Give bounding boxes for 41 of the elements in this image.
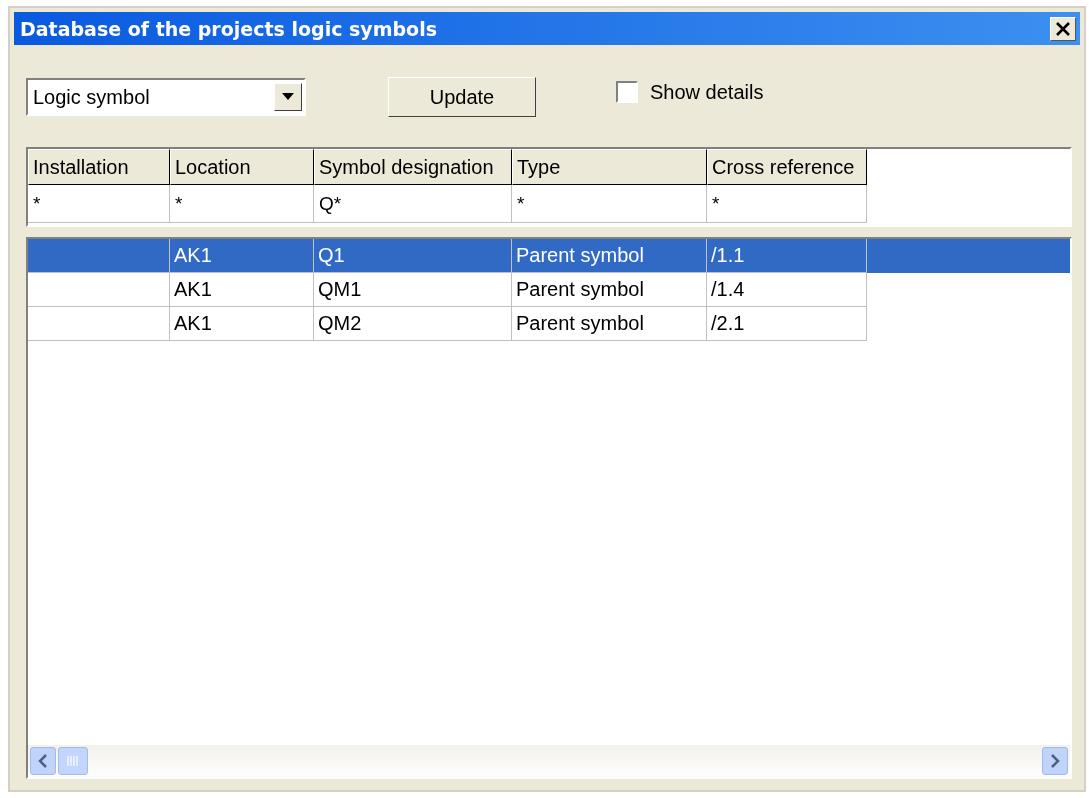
table-cell: Parent symbol [512, 307, 707, 341]
table-row[interactable]: AK1 QM1 Parent symbol /1.4 [28, 273, 1070, 307]
filter-field[interactable]: * [170, 185, 314, 223]
filter-field[interactable]: * [28, 185, 170, 223]
scroll-left-button[interactable] [30, 747, 56, 775]
table-cell: AK1 [170, 307, 314, 341]
show-details-checkbox[interactable] [616, 81, 638, 103]
grip-icon [67, 756, 79, 766]
table-cell: Parent symbol [512, 273, 707, 307]
filter-field[interactable]: Q* [314, 185, 512, 223]
horizontal-scrollbar[interactable] [28, 745, 1070, 777]
table-row[interactable]: AK1 Q1 Parent symbol /1.1 [28, 239, 1070, 273]
close-icon [1055, 20, 1071, 37]
table-cell: QM2 [314, 307, 512, 341]
checkbox-label: Show details [650, 80, 764, 104]
table-cell: AK1 [170, 239, 314, 273]
table-cell: QM1 [314, 273, 512, 307]
scroll-thumb[interactable] [58, 747, 88, 775]
symbol-type-dropdown[interactable]: Logic symbol [26, 78, 306, 116]
window-title: Database of the projects logic symbols [20, 17, 437, 40]
close-button[interactable] [1050, 16, 1076, 41]
caret-icon [282, 93, 294, 101]
column-header[interactable]: Cross reference [707, 149, 867, 185]
table-row[interactable]: AK1 QM2 Parent symbol /2.1 [28, 307, 1070, 341]
chevron-left-icon [37, 754, 49, 768]
table-cell: Parent symbol [512, 239, 707, 273]
column-header[interactable]: Type [512, 149, 707, 185]
table-cell: /2.1 [707, 307, 867, 341]
scroll-right-button[interactable] [1042, 747, 1068, 775]
table-cell: Q1 [314, 239, 512, 273]
update-button[interactable]: Update [388, 77, 536, 117]
table-cell: AK1 [170, 273, 314, 307]
filter-field[interactable]: * [512, 185, 707, 223]
column-header[interactable]: Symbol designation [314, 149, 512, 185]
filter-field[interactable]: * [707, 185, 867, 223]
dropdown-arrow-button[interactable] [274, 83, 302, 111]
column-header[interactable]: Location [170, 149, 314, 185]
table-cell: /1.4 [707, 273, 867, 307]
column-header[interactable]: Installation [28, 149, 170, 185]
table-cell: /1.1 [707, 239, 867, 273]
chevron-right-icon [1049, 754, 1061, 768]
